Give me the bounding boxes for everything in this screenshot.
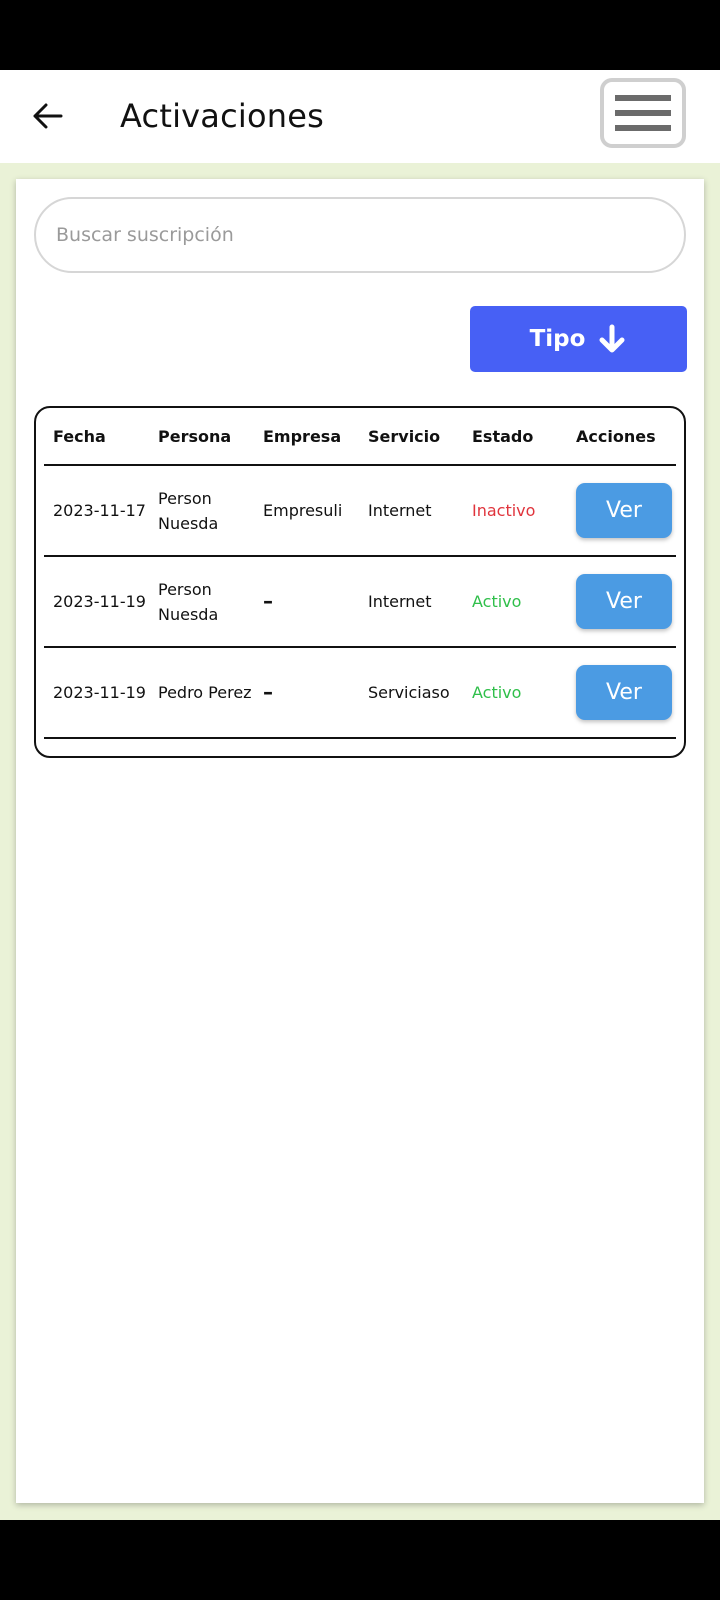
ver-button[interactable]: Ver <box>576 665 672 720</box>
cell-persona: Person Nuesda <box>158 579 219 624</box>
cell-fecha: 2023-11-19 <box>53 683 146 702</box>
table-row: 2023-11-19 Person Nuesda – Internet Acti… <box>44 557 676 648</box>
cell-servicio: Internet <box>368 592 432 611</box>
activations-table: Fecha Persona Empresa Servicio Estado Ac… <box>34 406 686 758</box>
cell-acciones: Ver <box>568 665 676 720</box>
cell-fecha: 2023-11-17 <box>53 501 146 520</box>
column-header-acciones: Acciones <box>576 426 656 446</box>
cell-empresa: Empresuli <box>263 501 343 520</box>
column-header-persona: Persona <box>158 426 232 446</box>
content-card: Tipo Fecha Persona Empresa Servicio Esta… <box>16 179 704 1503</box>
ver-button[interactable]: Ver <box>576 574 672 629</box>
cell-acciones: Ver <box>568 574 676 629</box>
menu-button[interactable] <box>600 78 686 148</box>
table-row: 2023-11-19 Pedro Perez – Serviciaso Acti… <box>44 648 676 739</box>
tipo-filter-button[interactable]: Tipo <box>470 306 687 372</box>
arrow-left-icon <box>33 103 63 129</box>
cell-acciones: Ver <box>568 483 676 538</box>
cell-estado-status: Activo <box>472 592 522 611</box>
page-title: Activaciones <box>120 97 325 135</box>
search-input[interactable] <box>34 197 686 273</box>
cell-servicio: Internet <box>368 501 432 520</box>
cell-estado-status: Inactivo <box>472 501 536 520</box>
system-navigation-bar <box>0 1520 720 1600</box>
back-button[interactable] <box>28 94 68 138</box>
cell-estado-status: Activo <box>472 683 522 702</box>
arrow-down-icon <box>599 324 625 353</box>
table-header-row: Fecha Persona Empresa Servicio Estado Ac… <box>44 408 676 466</box>
app-header: Activaciones <box>0 70 720 163</box>
column-header-empresa: Empresa <box>263 426 342 446</box>
cell-fecha: 2023-11-19 <box>53 592 146 611</box>
column-header-fecha: Fecha <box>53 426 106 446</box>
ver-button[interactable]: Ver <box>576 483 672 538</box>
cell-empresa: – <box>263 680 273 704</box>
cell-servicio: Serviciaso <box>368 683 450 702</box>
cell-empresa: – <box>263 589 273 613</box>
tipo-filter-label: Tipo <box>529 326 586 352</box>
cell-persona: Person Nuesda <box>158 488 219 533</box>
table-row: 2023-11-17 Person Nuesda Empresuli Inter… <box>44 466 676 557</box>
hamburger-menu-icon <box>615 95 671 131</box>
column-header-servicio: Servicio <box>368 426 441 446</box>
column-header-estado: Estado <box>472 426 534 446</box>
cell-persona: Pedro Perez <box>158 683 252 702</box>
status-bar <box>0 0 720 70</box>
